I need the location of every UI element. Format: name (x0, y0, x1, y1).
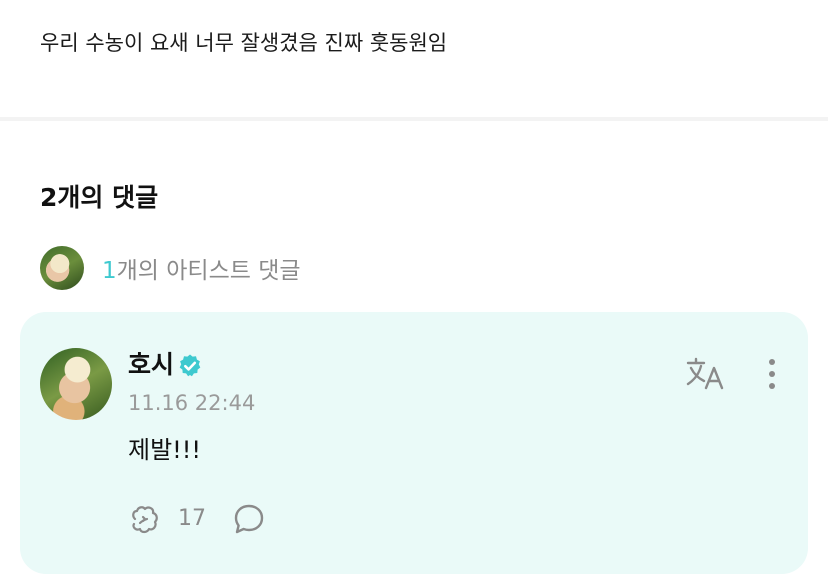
comment-timestamp: 11.16 22:44 (128, 391, 256, 415)
post-body-text: 우리 수농이 요새 너무 잘생겼음 진짜 훗동원임 (40, 31, 448, 55)
comment-author-name[interactable]: 호시 (128, 350, 174, 380)
more-vertical-icon[interactable] (760, 356, 784, 392)
verified-badge-icon (179, 354, 201, 377)
artist-comments-text: 개의 아티스트 댓글 (116, 258, 301, 284)
section-divider (0, 117, 828, 121)
comment-text: 제발!!! (128, 436, 202, 464)
post-detail-page: 우리 수농이 요새 너무 잘생겼음 진짜 훗동원임 2개의 댓글 1개의 아티스… (0, 0, 828, 587)
artist-avatar (40, 246, 84, 290)
artist-comments-count: 1 (102, 258, 117, 284)
comment-author-avatar[interactable] (40, 348, 112, 420)
like-icon[interactable] (128, 502, 162, 536)
reply-bubble-icon[interactable] (232, 502, 266, 536)
artist-comments-summary[interactable]: 1개의 아티스트 댓글 (40, 246, 301, 290)
like-count: 17 (178, 506, 206, 531)
comments-count-heading: 2개의 댓글 (40, 183, 159, 212)
translate-icon[interactable] (684, 356, 728, 392)
comment-card: 호시 11.16 22:44 제발!!! 17 (20, 312, 808, 574)
artist-comments-label: 1개의 아티스트 댓글 (102, 251, 301, 285)
